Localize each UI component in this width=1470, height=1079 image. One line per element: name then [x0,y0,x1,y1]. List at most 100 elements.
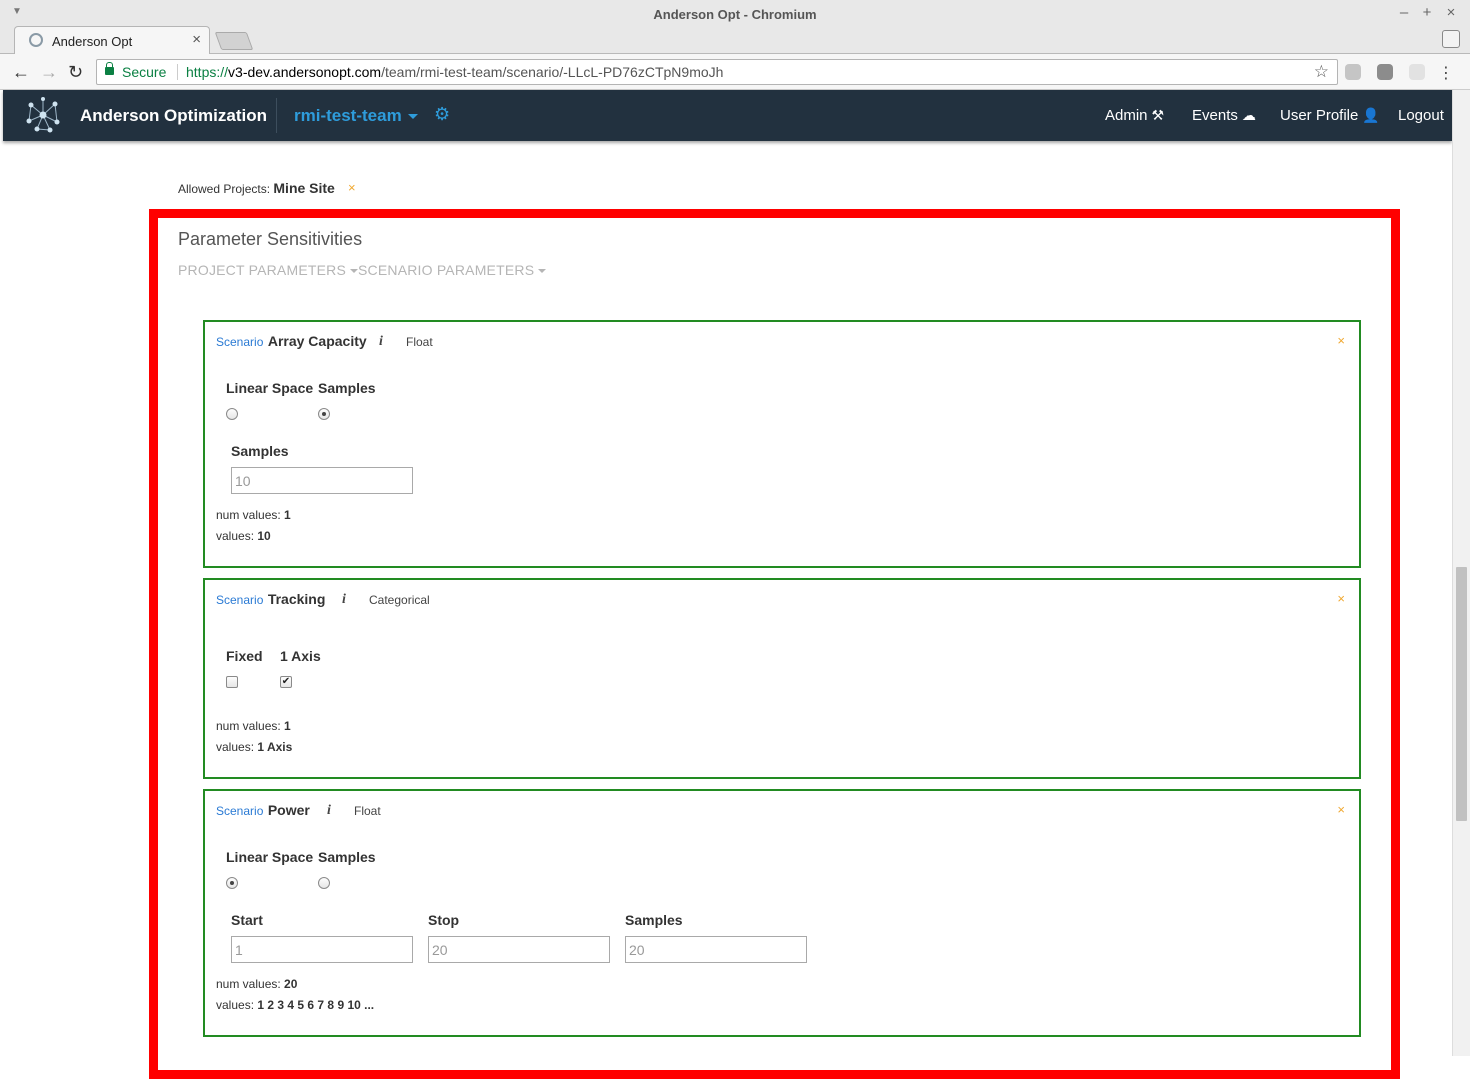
num-values-label: num values: [216,719,281,733]
caret-down-icon [350,269,358,274]
nav-logout-link[interactable]: Logout [1398,107,1444,124]
option-linear-space-label: Linear Space [226,849,314,865]
checkbox-fixed[interactable] [226,676,238,688]
team-name: rmi-test-team [294,106,402,125]
tab-project-parameters-label: PROJECT PARAMETERS [178,262,346,278]
secure-label: Secure [122,64,167,80]
parameter-type: Categorical [369,593,430,607]
remove-card-icon[interactable]: × [1337,802,1345,817]
allowed-projects-label: Allowed Projects: [178,182,271,196]
url-path: /team/rmi-test-team/scenario/-LLcL-PD76z… [381,64,724,80]
back-icon[interactable]: ← [12,62,30,83]
samples-input[interactable] [231,467,413,494]
info-icon[interactable]: i [342,592,346,608]
url-text[interactable]: https://v3-dev.andersonopt.com/team/rmi-… [186,64,723,80]
app-navbar: Anderson Optimization rmi-test-team ⚙ Ad… [3,90,1452,141]
window-title: Anderson Opt - Chromium [653,7,817,22]
nav-admin-label: Admin [1105,107,1148,124]
radio-linear-space[interactable] [226,877,238,889]
maximize-icon[interactable]: + [1419,4,1435,21]
caret-down-icon [407,114,418,120]
remove-card-icon[interactable]: × [1337,333,1345,348]
page-scrollbar[interactable] [1452,90,1470,1056]
values-text: 1 Axis [257,740,293,754]
start-input[interactable] [231,936,413,963]
values-list: values: 1 Axis [216,740,292,754]
nav-events-label: Events [1192,107,1238,124]
url-host: v3-dev.andersonopt.com [228,64,382,80]
extension-icon-3[interactable] [1409,64,1425,80]
card-header: Scenario Array Capacity i Float [216,333,433,351]
values-text: 10 [257,529,271,543]
radio-samples[interactable] [318,408,330,420]
tab-strip: Anderson Opt × [0,24,1470,54]
parameter-kind: Scenario [216,593,264,607]
address-bar[interactable]: Secure https://v3-dev.andersonopt.com/te… [96,59,1338,85]
tab-project-parameters[interactable]: PROJECT PARAMETERS [178,262,358,278]
scrollbar-thumb[interactable] [1456,567,1467,821]
remove-card-icon[interactable]: × [1337,591,1345,606]
radio-samples[interactable] [318,877,330,889]
values-list: values: 10 [216,529,271,543]
info-icon[interactable]: i [327,803,331,819]
forward-icon[interactable]: → [40,62,58,83]
anderson-logo-icon[interactable] [23,95,63,135]
extension-icon-1[interactable] [1345,64,1361,80]
tab-close-icon[interactable]: × [192,31,201,48]
nav-profile-label: User Profile [1280,107,1359,124]
tools-icon: ⚒ [1151,107,1165,123]
samples-label: Samples [625,912,683,928]
cloud-icon: ☁ [1241,107,1256,123]
close-window-icon[interactable]: × [1443,4,1459,21]
remove-project-icon[interactable]: × [348,180,356,195]
bookmark-star-icon[interactable]: ☆ [1314,62,1329,82]
option-fixed-label: Fixed [226,648,263,664]
team-selector[interactable]: rmi-test-team [294,106,418,126]
brand-name[interactable]: Anderson Optimization [80,106,267,126]
parameter-kind: Scenario [216,804,264,818]
values-label: values: [216,998,255,1012]
info-icon[interactable]: i [379,334,383,350]
values-label: values: [216,740,255,754]
stop-input[interactable] [428,936,610,963]
tab-scenario-parameters[interactable]: SCENARIO PARAMETERS [358,262,547,278]
new-tab-button[interactable] [214,32,254,50]
option-samples-label: Samples [318,380,376,396]
favicon-icon [29,33,43,47]
nav-profile-link[interactable]: User Profile 👤 [1280,107,1380,124]
allowed-project-name: Mine Site [273,180,335,196]
minimize-icon[interactable]: – [1396,4,1412,21]
browser-menu-icon[interactable]: ⋮ [1438,63,1454,83]
num-values-count: 20 [284,977,298,991]
samples-input[interactable] [625,936,807,963]
option-1-axis-label: 1 Axis [280,648,321,664]
num-values-count: 1 [284,719,291,733]
radio-linear-space[interactable] [226,408,238,420]
reload-icon[interactable]: ↻ [68,62,83,83]
parameter-type: Float [354,804,381,818]
parameter-card: Scenario Array Capacity i Float × Linear… [203,320,1361,568]
tab-title: Anderson Opt [52,34,133,49]
ublock-icon[interactable] [1377,64,1393,80]
option-linear-space-label: Linear Space [226,380,314,396]
checkbox-1-axis[interactable]: ✔ [280,676,292,688]
values-list: values: 1 2 3 4 5 6 7 8 9 10 ... [216,998,374,1012]
parameter-name: Tracking [267,591,326,607]
browser-tab[interactable]: Anderson Opt × [14,26,210,54]
parameter-type: Float [406,335,433,349]
nav-events-link[interactable]: Events ☁ [1192,107,1256,124]
values-text: 1 2 3 4 5 6 7 8 9 10 ... [257,998,375,1012]
num-values: num values: 20 [216,977,297,991]
gear-icon[interactable]: ⚙ [434,104,450,125]
browser-toolbar: ← → ↻ Secure https://v3-dev.andersonopt.… [0,54,1470,90]
num-values: num values: 1 [216,719,291,733]
navbar-divider [276,98,277,133]
profile-switch-icon[interactable] [1442,30,1460,48]
user-icon: 👤 [1362,107,1380,123]
card-header: Scenario Power i Float [216,802,381,820]
values-label: values: [216,529,255,543]
section-title: Parameter Sensitivities [178,229,363,249]
nav-admin-link[interactable]: Admin ⚒ [1105,107,1164,124]
allowed-projects: Allowed Projects: Mine Site [178,180,335,196]
parameter-kind: Scenario [216,335,264,349]
